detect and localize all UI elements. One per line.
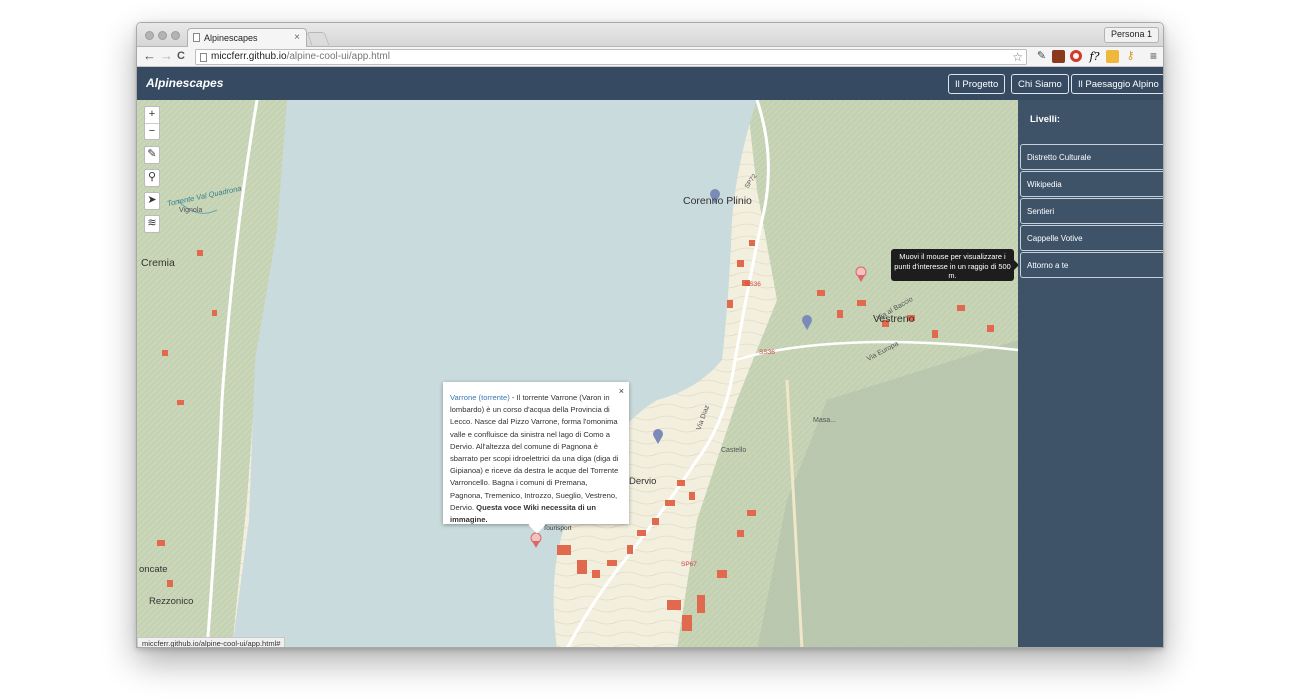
popup-wiki-link[interactable]: Varrone (torrente): [450, 393, 510, 402]
back-button[interactable]: ←: [143, 49, 156, 63]
page-icon: [193, 33, 200, 42]
layer-sentieri[interactable]: Sentieri: [1020, 198, 1163, 224]
reload-button[interactable]: C: [177, 49, 185, 63]
draw-control: ✎: [144, 146, 160, 164]
zoom-window-button[interactable]: [171, 31, 180, 40]
zoom-control: + −: [144, 106, 160, 140]
nav-chi-siamo[interactable]: Chi Siamo: [1011, 74, 1069, 94]
place-label-dervio: Dervio: [629, 476, 656, 487]
place-label-vignola: Vignola: [179, 207, 202, 214]
address-bar[interactable]: miccferr.github.io/alpine-cool-ui/app.ht…: [195, 49, 1027, 65]
nav-il-progetto[interactable]: Il Progetto: [948, 74, 1006, 94]
wiki-popup: × Varrone (torrente) - Il torrente Varro…: [443, 382, 629, 534]
layer-cappelle-votive[interactable]: Cappelle Votive: [1020, 225, 1163, 251]
locate-control: ➤: [144, 192, 160, 210]
popup-close-icon[interactable]: ×: [619, 385, 624, 397]
close-window-button[interactable]: [145, 31, 154, 40]
road-label-ss36-south: SS36: [759, 349, 775, 356]
photo-extension-icon[interactable]: [1052, 50, 1065, 63]
layer-attorno-a-te[interactable]: Attorno a te: [1020, 252, 1163, 278]
browser-tab[interactable]: Alpinescapes ×: [187, 28, 307, 47]
search-icon[interactable]: ⚲: [145, 170, 159, 186]
panel-title: Livelli:: [1030, 114, 1061, 125]
brand-logo[interactable]: Alpinescapes: [146, 76, 223, 90]
layer-wikipedia[interactable]: Wikipedia: [1020, 171, 1163, 197]
attorno-tooltip: Muovi il mouse per visualizzare i punti …: [891, 249, 1019, 281]
zoom-in-button[interactable]: +: [145, 107, 159, 123]
place-label-castello: Castello: [721, 447, 746, 454]
layer-distretto-culturale[interactable]: Distretto Culturale: [1020, 144, 1163, 170]
url-path: /alpine-cool-ui/app.html: [286, 51, 390, 62]
place-label-cremia: Cremia: [141, 257, 175, 269]
minimize-window-button[interactable]: [158, 31, 167, 40]
tools-extension-icon[interactable]: ✎: [1035, 50, 1048, 63]
url-host: miccferr.github.io: [211, 51, 287, 62]
place-label-oncate: oncate: [139, 564, 168, 575]
map-view[interactable]: Corenno Plinio Cremia Vestreno Rezzonico…: [137, 100, 1018, 648]
bookmark-star-icon[interactable]: ☆: [1012, 50, 1023, 64]
key-extension-icon[interactable]: ⚷: [1124, 50, 1137, 63]
road-label-sp67: SP67: [681, 561, 697, 568]
browser-window: Alpinescapes × Persona 1 ← → C miccferr.…: [136, 22, 1164, 648]
lifebuoy-extension-icon[interactable]: [1070, 50, 1082, 62]
menu-icon[interactable]: ≡: [1150, 49, 1157, 63]
pencil-icon[interactable]: ✎: [145, 147, 159, 163]
layers-icon[interactable]: ≋: [145, 216, 159, 232]
place-label-corenno: Corenno Plinio: [683, 195, 752, 207]
nav-paesaggio-alpino[interactable]: Il Paesaggio Alpino: [1071, 74, 1163, 94]
app-header: Alpinescapes Il Progetto Chi Siamo Il Pa…: [137, 67, 1163, 100]
tab-title: Alpinescapes: [204, 33, 258, 43]
place-label-rezzonico: Rezzonico: [149, 596, 193, 607]
popup-text: - Il torrente Varrone (Varon in lombardo…: [450, 393, 619, 512]
browser-toolbar: ← → C miccferr.github.io/alpine-cool-ui/…: [137, 47, 1163, 67]
profile-button[interactable]: Persona 1: [1103, 27, 1159, 43]
forward-button[interactable]: →: [160, 49, 173, 63]
tab-close-icon[interactable]: ×: [294, 32, 300, 43]
status-bar: miccferr.github.io/alpine-cool-ui/app.ht…: [137, 637, 286, 647]
layers-panel: Livelli: Distretto Culturale Wikipedia S…: [1018, 100, 1163, 647]
color-extension-icon[interactable]: [1106, 50, 1119, 63]
place-label-tourisport: Tourisport: [543, 525, 572, 532]
tab-strip: Alpinescapes × Persona 1: [137, 23, 1163, 47]
zoom-out-button[interactable]: −: [145, 123, 159, 139]
map-canvas[interactable]: Corenno Plinio Cremia Vestreno Rezzonico…: [137, 100, 1018, 648]
locate-arrow-icon[interactable]: ➤: [145, 193, 159, 209]
font-extension-icon[interactable]: f?: [1088, 50, 1101, 63]
place-label-masanici: Masa...: [813, 417, 836, 424]
layers-control: ≋: [144, 215, 160, 233]
road-label-ss36-north: SS36: [745, 281, 761, 288]
page-icon: [200, 53, 207, 62]
new-tab-button[interactable]: [306, 32, 330, 45]
search-control: ⚲: [144, 169, 160, 187]
